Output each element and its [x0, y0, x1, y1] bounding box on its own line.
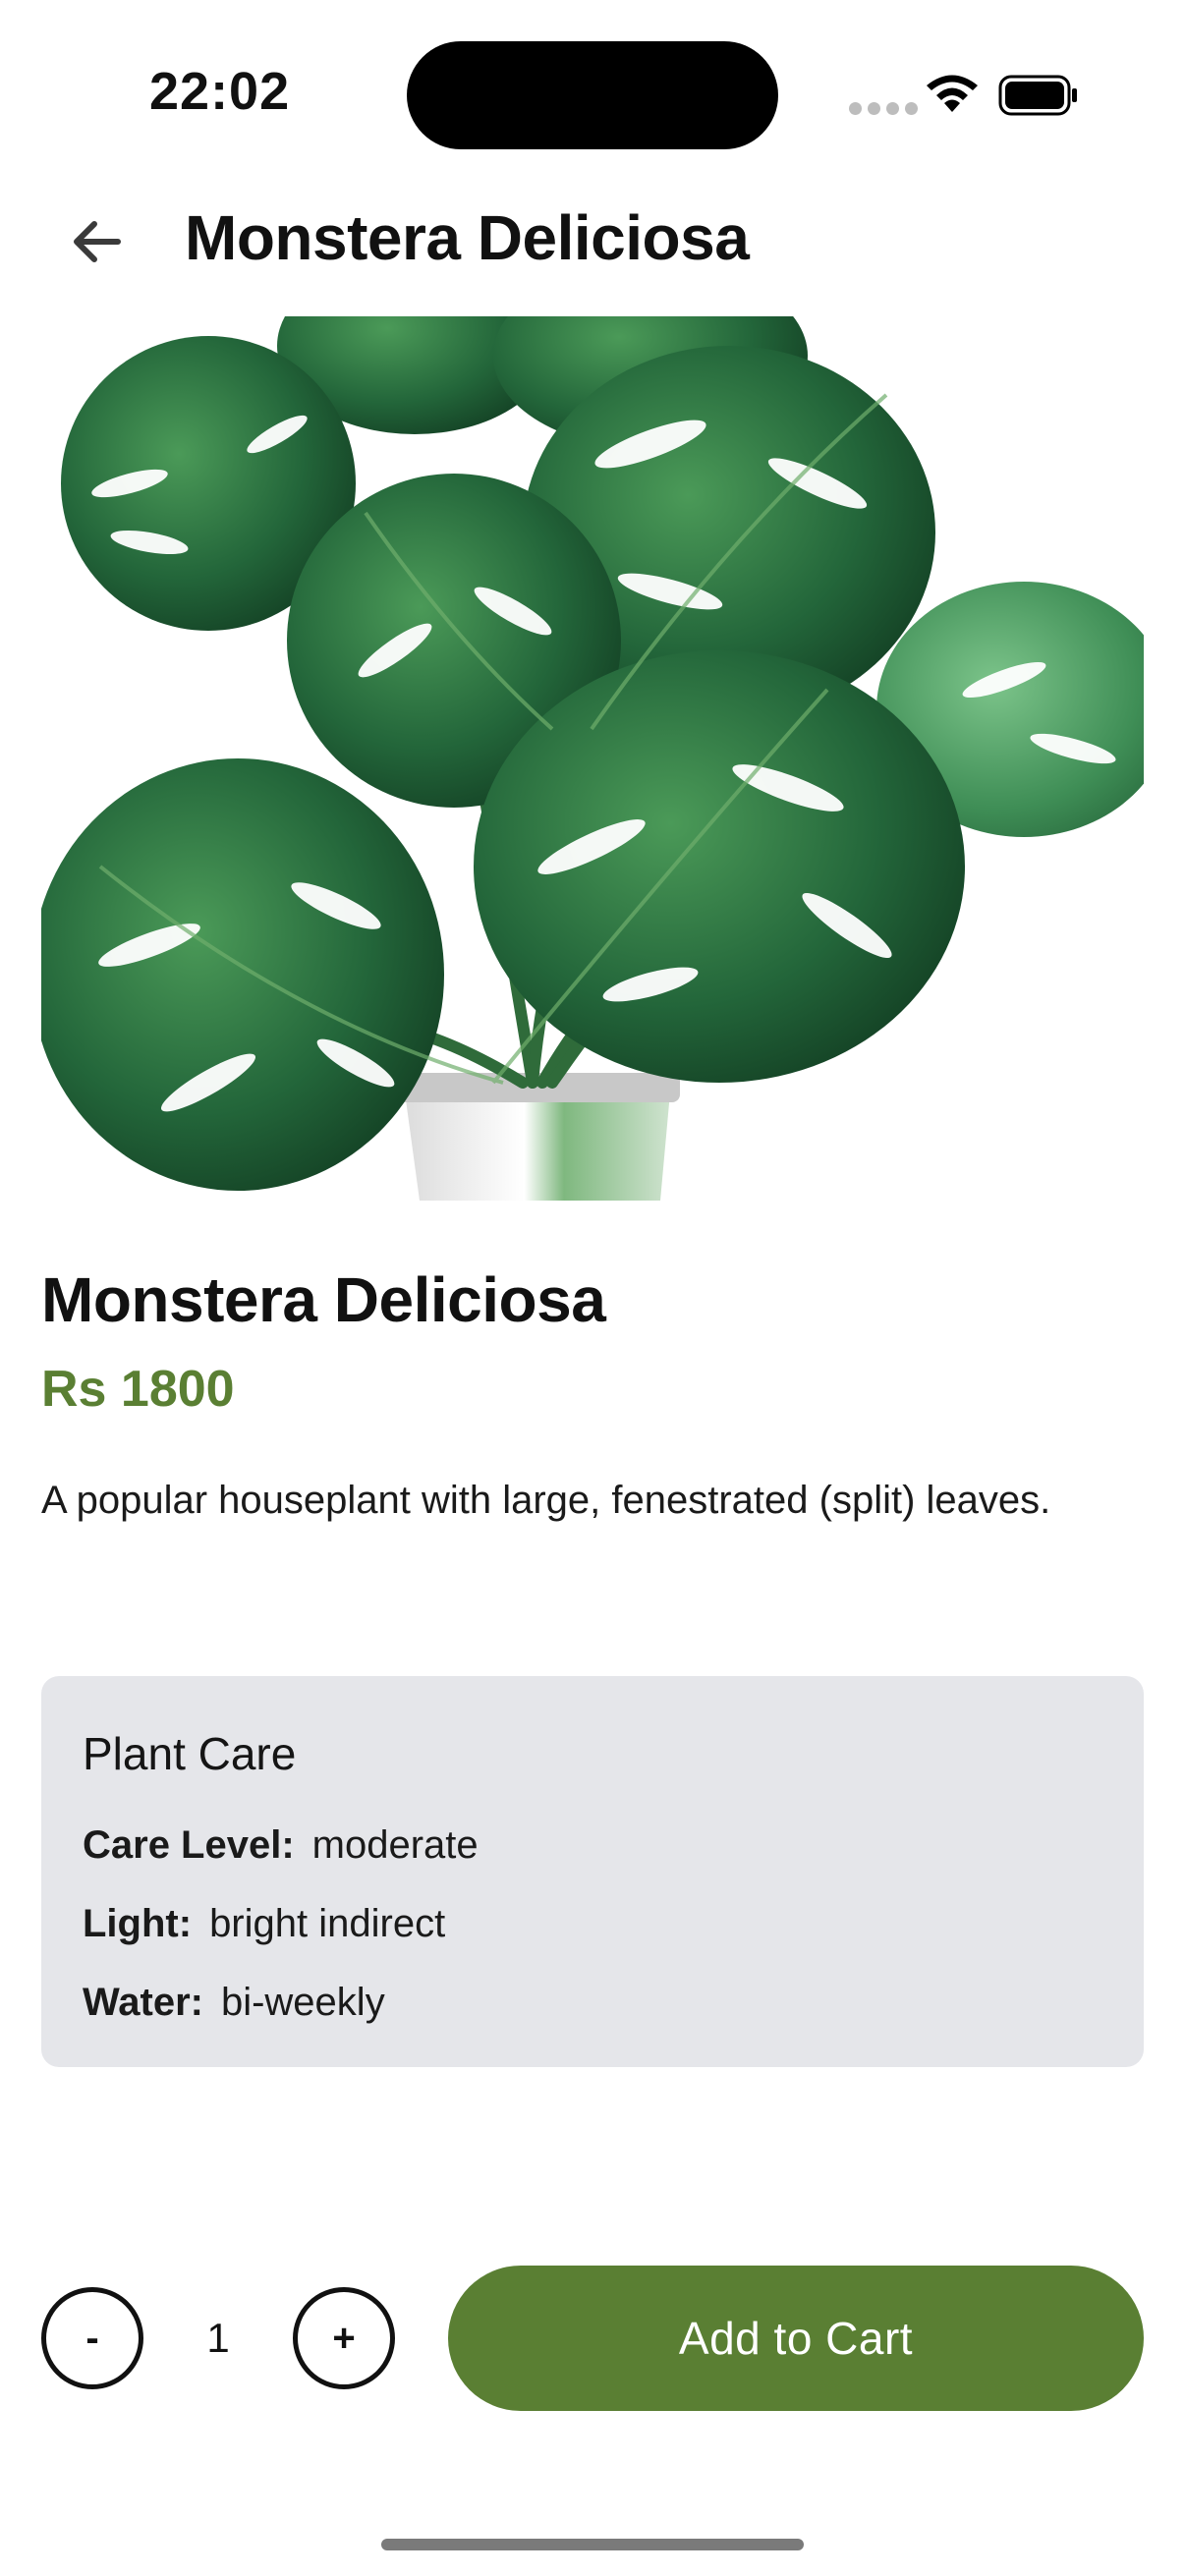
water-row: Water: bi-weekly — [83, 1963, 1102, 2042]
page-title: Monstera Deliciosa — [185, 202, 750, 273]
arrow-left-icon — [74, 221, 121, 262]
status-time: 22:02 — [149, 62, 291, 121]
home-indicator — [381, 2539, 804, 2550]
light-row: Light: bright indirect — [83, 1884, 1102, 1963]
care-title: Plant Care — [83, 1728, 297, 1779]
quantity-value: 1 — [206, 2315, 230, 2361]
status-bar: 22:02 — [0, 0, 1185, 187]
quantity-stepper: - 1 + — [41, 2287, 395, 2389]
add-to-cart-button[interactable]: Add to Cart — [448, 2266, 1144, 2411]
monstera-plant-image — [41, 316, 1144, 1201]
wifi-icon — [927, 75, 978, 112]
plant-care-card: Plant Care Care Level: moderate Light: bri… — [41, 1676, 1144, 2067]
product-price: Rs 1800 — [41, 1361, 235, 1418]
decrease-quantity-button[interactable]: - — [41, 2287, 143, 2389]
back-button[interactable] — [57, 202, 136, 281]
increase-quantity-button[interactable]: + — [293, 2287, 395, 2389]
light-value: bright indirect — [209, 1902, 446, 1945]
cellular-signal-icon — [849, 102, 918, 115]
product-image — [41, 316, 1144, 1201]
care-level-row: Care Level: moderate — [83, 1806, 1102, 1884]
battery-icon — [998, 75, 1077, 116]
dynamic-island — [407, 41, 778, 149]
care-level-value: moderate — [311, 1823, 479, 1867]
product-description: A popular houseplant with large, fenestr… — [41, 1479, 1051, 1522]
water-label: Water: — [83, 1981, 203, 2024]
water-value: bi-weekly — [220, 1981, 385, 2024]
product-name: Monstera Deliciosa — [41, 1264, 606, 1335]
care-level-label: Care Level: — [83, 1823, 295, 1867]
app-header: Monstera Deliciosa — [0, 177, 1185, 295]
light-label: Light: — [83, 1902, 193, 1945]
